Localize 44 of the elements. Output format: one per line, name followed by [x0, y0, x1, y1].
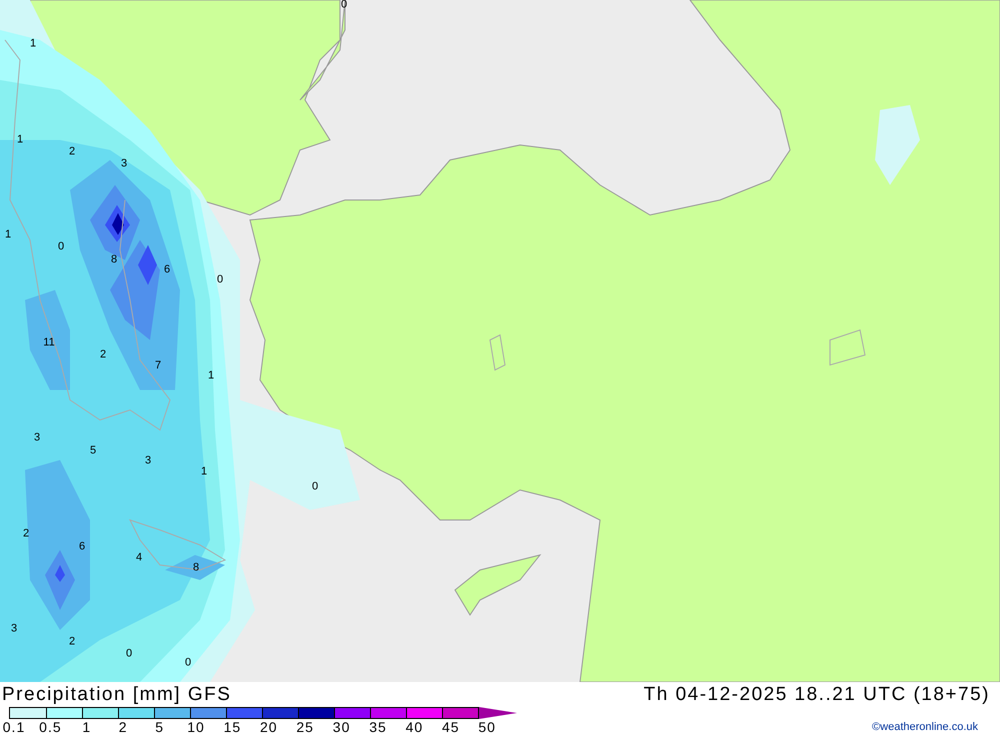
scale-tick-label: 10 [187, 720, 205, 733]
precipitation-value: 3 [10, 624, 18, 634]
scale-tick-label: 40 [406, 720, 424, 733]
precipitation-value: 2 [68, 146, 76, 158]
scale-tick-label: 25 [296, 720, 314, 733]
precipitation-value: 7 [154, 360, 162, 372]
scale-tick-label: 15 [224, 720, 242, 733]
precipitation-value: 3 [34, 432, 40, 444]
scale-tick-label: 45 [442, 720, 460, 733]
precipitation-value: 0 [340, 0, 348, 10]
scale-tick-label: 35 [369, 720, 387, 733]
scale-tick-label: 2 [118, 720, 128, 733]
precipitation-value: 0 [184, 658, 192, 668]
precipitation-value: 0 [126, 648, 132, 660]
precipitation-value: 0 [312, 482, 318, 492]
valid-time: Th 04-12-2025 18..21 UTC (18+75) [644, 684, 990, 706]
precipitation-value: 1 [200, 466, 208, 478]
precipitation-value: 3 [144, 456, 152, 466]
precipitation-value: 1 [16, 134, 24, 146]
precipitation-value: 1 [208, 370, 214, 382]
scale-tick-label: 0.1 [2, 720, 26, 733]
precipitation-value: 3 [120, 158, 128, 170]
scale-tick-label: 30 [332, 720, 350, 733]
legend-title: Precipitation [mm] GFS [2, 684, 232, 706]
precipitation-value: 8 [110, 254, 118, 266]
copyright-credit: ©weatheronline.co.uk [872, 720, 978, 733]
precipitation-value: 2 [100, 350, 106, 360]
precipitation-value: 1 [30, 38, 36, 50]
precipitation-value: 5 [90, 446, 96, 456]
precipitation-value: 1 [4, 230, 12, 240]
precipitation-value: 2 [22, 528, 30, 540]
scale-tick-label: 1 [82, 720, 92, 733]
precipitation-value: 8 [192, 562, 200, 574]
precipitation-value: 6 [78, 542, 86, 552]
precipitation-value: 4 [136, 552, 142, 564]
scale-tick-label: 50 [478, 720, 496, 733]
precipitation-value: 0 [58, 242, 64, 252]
scale-tick-label: 20 [260, 720, 278, 733]
scale-tick-label: 5 [155, 720, 164, 733]
scale-tick-label: 0.5 [39, 720, 62, 733]
precipitation-value: 6 [164, 264, 170, 276]
precipitation-value: 11 [43, 338, 55, 348]
precipitation-value: 2 [68, 636, 76, 648]
precipitation-value: 0 [216, 274, 224, 286]
